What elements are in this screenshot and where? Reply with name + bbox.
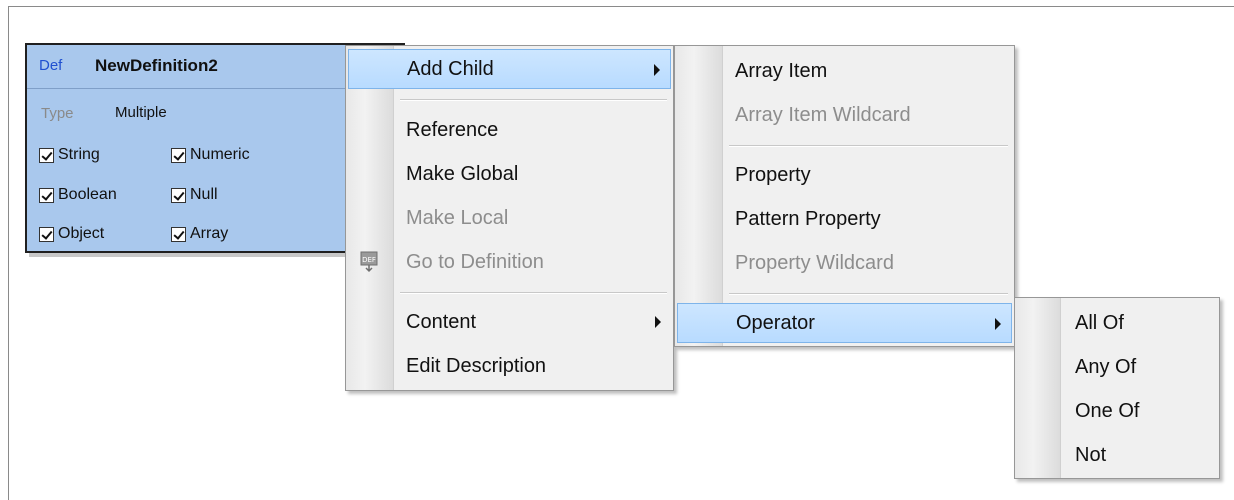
menu-item-label: Operator	[736, 311, 815, 334]
type-checkbox-string[interactable]: String	[39, 146, 100, 164]
checkbox-checked-icon[interactable]	[171, 187, 186, 203]
menu-item-go-to-definition[interactable]: DEF Go to Definition	[348, 242, 671, 282]
submenu-arrow-icon	[654, 64, 660, 76]
menu-item-make-local[interactable]: Make Local	[348, 198, 671, 238]
menu-item-pattern-property[interactable]: Pattern Property	[677, 199, 1012, 239]
type-checkbox-object[interactable]: Object	[39, 225, 104, 243]
menu-separator	[400, 292, 667, 294]
menu-item-edit-description[interactable]: Edit Description	[348, 346, 671, 386]
menu-item-label: Property Wildcard	[735, 251, 894, 274]
menu-item-label: Property	[735, 163, 811, 186]
context-menu: Add Child Reference Make Global Make Loc…	[345, 45, 674, 391]
menu-item-label: Edit Description	[406, 354, 547, 377]
checkbox-checked-icon[interactable]	[171, 147, 186, 163]
type-checkbox-label: String	[58, 146, 100, 163]
menu-item-label: Pattern Property	[735, 207, 881, 230]
menu-item-property-wildcard[interactable]: Property Wildcard	[677, 243, 1012, 283]
menu-item-operator[interactable]: Operator	[677, 303, 1012, 343]
type-value[interactable]: Multiple	[115, 104, 167, 121]
type-checkbox-boolean[interactable]: Boolean	[39, 186, 117, 204]
menu-item-property[interactable]: Property	[677, 155, 1012, 195]
menu-item-array-item[interactable]: Array Item	[677, 51, 1012, 91]
type-checkbox-null[interactable]: Null	[171, 186, 218, 204]
operator-submenu: All Of Any Of One Of Not	[1014, 297, 1220, 479]
menu-item-label: Content	[406, 310, 477, 333]
submenu-arrow-icon	[655, 316, 661, 328]
menu-item-label: All Of	[1075, 311, 1124, 334]
type-checkbox-label: Boolean	[58, 186, 117, 203]
menu-item-label: One Of	[1075, 399, 1140, 422]
type-checkbox-label: Null	[190, 186, 218, 203]
menu-item-label: Add Child	[407, 57, 494, 80]
menu-separator	[400, 99, 667, 101]
type-checkbox-array[interactable]: Array	[171, 225, 228, 243]
add-child-submenu: Array Item Array Item Wildcard Property …	[674, 45, 1015, 347]
menu-item-any-of[interactable]: Any Of	[1017, 347, 1217, 387]
menu-item-label: Array Item	[735, 59, 828, 82]
menu-item-label: Make Local	[406, 206, 509, 229]
menu-item-not[interactable]: Not	[1017, 435, 1217, 475]
checkbox-checked-icon[interactable]	[39, 147, 54, 163]
menu-item-label: Any Of	[1075, 355, 1137, 378]
submenu-arrow-icon	[995, 318, 1001, 330]
checkbox-checked-icon[interactable]	[39, 226, 54, 242]
svg-text:DEF: DEF	[362, 256, 376, 264]
menu-item-one-of[interactable]: One Of	[1017, 391, 1217, 431]
go-to-definition-icon: DEF	[360, 251, 378, 273]
type-checkbox-label: Object	[58, 225, 105, 242]
menu-item-content[interactable]: Content	[348, 302, 671, 342]
checkbox-checked-icon[interactable]	[39, 187, 54, 203]
menu-item-label: Go to Definition	[406, 250, 544, 273]
type-checkbox-label: Numeric	[190, 146, 250, 163]
definition-keyword: Def	[39, 57, 63, 74]
menu-item-reference[interactable]: Reference	[348, 110, 671, 150]
checkbox-checked-icon[interactable]	[171, 226, 186, 242]
menu-separator	[729, 293, 1008, 295]
definition-name[interactable]: NewDefinition2	[95, 56, 218, 76]
menu-item-all-of[interactable]: All Of	[1017, 303, 1217, 343]
menu-icon-gutter	[675, 46, 723, 346]
menu-item-label: Not	[1075, 443, 1107, 466]
type-label: Type	[41, 105, 74, 122]
menu-item-add-child[interactable]: Add Child	[348, 49, 671, 89]
menu-item-label: Array Item Wildcard	[735, 103, 911, 126]
type-checkbox-numeric[interactable]: Numeric	[171, 146, 250, 164]
menu-item-label: Reference	[406, 118, 499, 141]
type-checkbox-label: Array	[190, 225, 229, 242]
menu-item-label: Make Global	[406, 162, 519, 185]
menu-separator	[729, 145, 1008, 147]
menu-item-make-global[interactable]: Make Global	[348, 154, 671, 194]
menu-item-array-item-wildcard[interactable]: Array Item Wildcard	[677, 95, 1012, 135]
